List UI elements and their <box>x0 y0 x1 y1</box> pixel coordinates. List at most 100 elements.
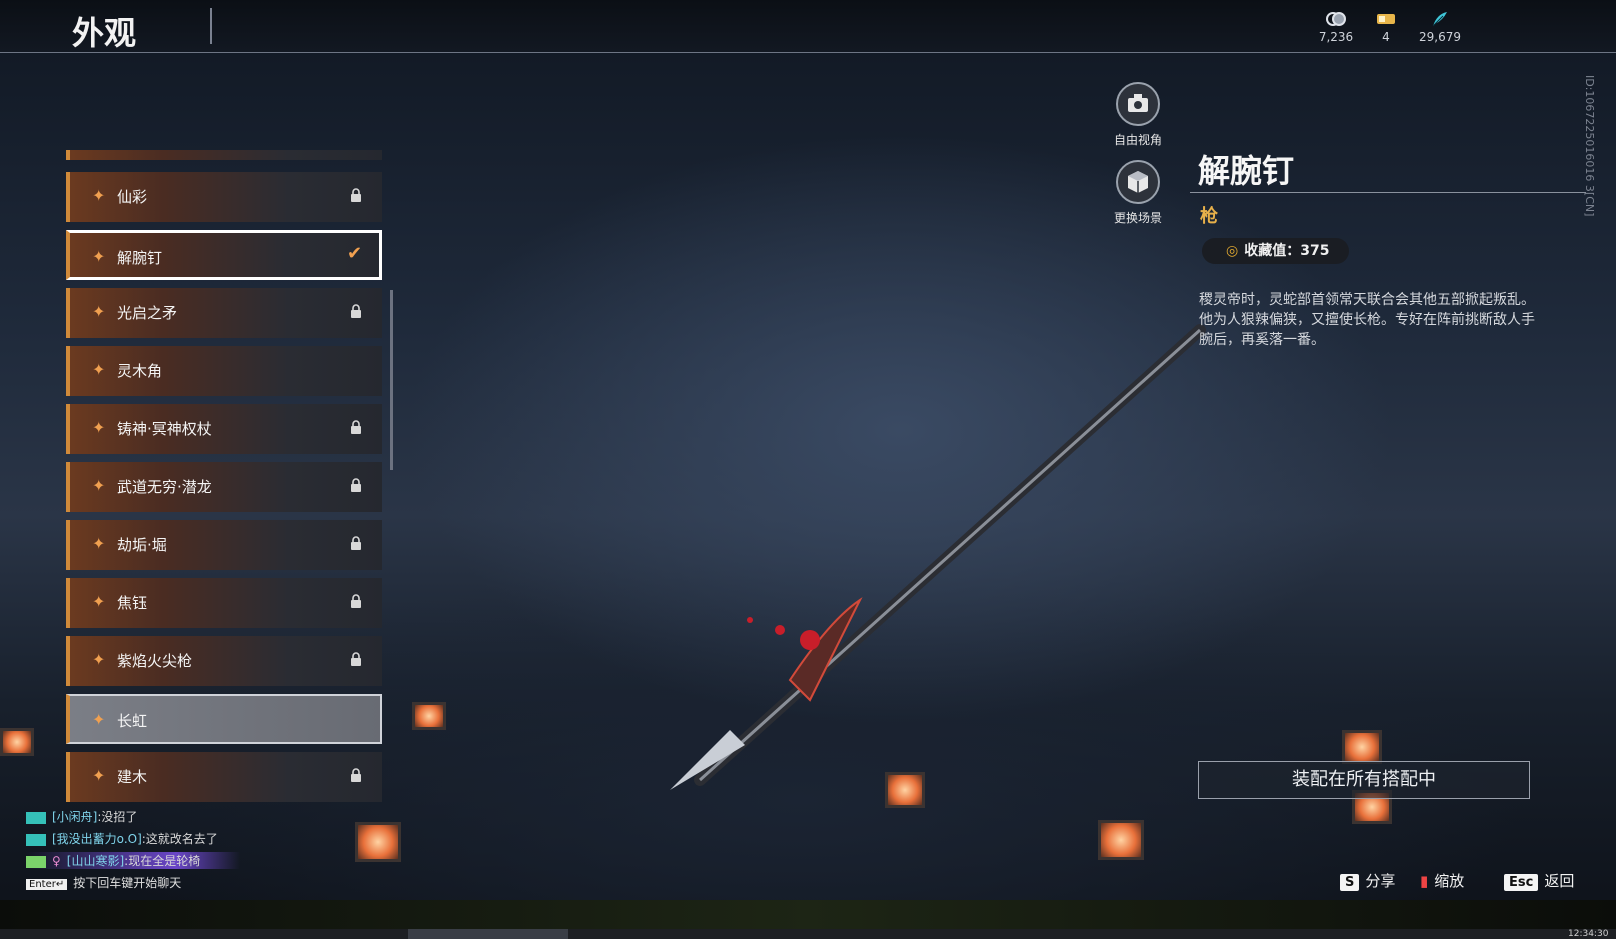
lantern <box>0 728 34 756</box>
list-item[interactable]: ✦ 光启之矛 <box>66 288 382 338</box>
list-item-label: 铸神·冥神权杖 <box>117 420 212 438</box>
share-label: 分享 <box>1365 872 1396 890</box>
item-name: 解腕钉 <box>1198 152 1295 190</box>
list-item-label: 解腕钉 <box>117 249 163 267</box>
item-star-icon: ✦ <box>92 592 106 611</box>
equip-all-button[interactable]: 装配在所有搭配中 <box>1198 761 1530 799</box>
lock-icon <box>350 478 362 492</box>
list-item-label: 武道无穷·潜龙 <box>117 478 212 496</box>
chat-name[interactable]: [小闲舟] <box>52 810 97 824</box>
title-divider <box>210 8 212 44</box>
list-item-label: 仙彩 <box>117 188 148 206</box>
list-item[interactable]: ✦ 解腕钉 ✔ <box>66 230 382 280</box>
list-item[interactable]: ✦ 灵木角 <box>66 346 382 396</box>
list-item[interactable]: ✦ 铸神·冥神权杖 <box>66 404 382 454</box>
ticket-icon <box>1356 10 1416 30</box>
channel-icon <box>26 833 46 846</box>
back-hint[interactable]: Esc 返回 <box>1504 870 1574 891</box>
list-item-label: 灵木角 <box>117 362 163 380</box>
item-star-icon: ✦ <box>92 247 106 266</box>
taskbar <box>0 929 1616 939</box>
list-item[interactable]: ✦ 长虹 <box>66 694 382 744</box>
list-item-partial[interactable] <box>66 150 382 160</box>
ticket-value: 4 <box>1382 30 1390 44</box>
lantern <box>355 822 401 862</box>
lantern <box>1342 730 1382 764</box>
chat-text: :没招了 <box>97 810 138 824</box>
player-id: ID:1067225016016 3[CN] <box>1583 75 1596 217</box>
female-icon: ♀ <box>52 854 61 868</box>
list-item-label: 光启之矛 <box>117 304 178 322</box>
list-item-label: 劫垢·堀 <box>117 536 167 554</box>
mouse-icon: ▮ <box>1420 872 1429 890</box>
lock-icon <box>350 768 362 782</box>
chat-text: :现在全是轮椅 <box>124 854 201 868</box>
lantern <box>1098 820 1144 860</box>
lantern <box>885 772 925 808</box>
taskbar-active-app[interactable] <box>408 929 568 939</box>
item-star-icon: ✦ <box>92 650 106 669</box>
lock-icon <box>350 420 362 434</box>
list-item[interactable]: ✦ 劫垢·堀 <box>66 520 382 570</box>
list-item[interactable]: ✦ 武道无穷·潜龙 <box>66 462 382 512</box>
list-item[interactable]: ✦ 仙彩 <box>66 172 382 222</box>
item-star-icon: ✦ <box>92 186 106 205</box>
lock-icon <box>350 594 362 608</box>
chat-name[interactable]: [山山寒影] <box>67 854 124 868</box>
channel-icon <box>26 855 46 868</box>
list-item[interactable]: ✦ 建木 <box>66 752 382 802</box>
item-star-icon: ✦ <box>92 360 106 379</box>
list-item-label: 焦钰 <box>117 594 148 612</box>
page-title: 外观 <box>72 14 137 52</box>
item-star-icon: ✦ <box>92 418 106 437</box>
list-scrollbar[interactable] <box>390 290 393 470</box>
share-hint[interactable]: S 分享 <box>1340 870 1395 891</box>
list-item[interactable]: ✦ 紫焰火尖枪 <box>66 636 382 686</box>
free-view-button[interactable] <box>1116 82 1160 126</box>
change-scene-label: 更换场景 <box>1113 211 1162 225</box>
chat-line: ♀ [山山寒影]:现在全是轮椅 <box>26 852 241 869</box>
esc-key: Esc <box>1504 874 1539 891</box>
item-star-icon: ✦ <box>92 710 106 729</box>
name-divider <box>1190 192 1586 193</box>
spear-artwork <box>670 324 1206 790</box>
feather-value: 29,679 <box>1419 30 1461 44</box>
item-star-icon: ✦ <box>92 766 106 785</box>
change-scene-button[interactable] <box>1116 160 1160 204</box>
currency-ticket: 4 <box>1356 10 1416 44</box>
chat-input-hint[interactable]: Enter↵ 按下回车键开始聊天 <box>26 874 181 891</box>
item-star-icon: ✦ <box>92 302 106 321</box>
lock-icon <box>350 188 362 202</box>
currency-feather: 29,679 <box>1410 10 1470 44</box>
collection-value: 收藏值：375 <box>1244 243 1330 259</box>
feather-icon <box>1410 10 1470 30</box>
collection-icon: ◎ <box>1226 243 1239 259</box>
back-label: 返回 <box>1544 872 1575 890</box>
chat-text: :这就改名去了 <box>141 832 218 846</box>
channel-icon <box>26 811 46 824</box>
free-view-label: 自由视角 <box>1113 133 1162 147</box>
lantern <box>412 702 446 730</box>
lock-icon <box>350 304 362 318</box>
item-star-icon: ✦ <box>92 534 106 553</box>
item-type: 枪 <box>1200 206 1218 227</box>
top-divider <box>0 52 1616 53</box>
taskbar-clock: 12:34:30 <box>1568 929 1609 939</box>
zoom-hint[interactable]: ▮ 缩放 <box>1420 870 1464 891</box>
appearance-list[interactable]: ✦ 仙彩 ✦ 解腕钉 ✔ ✦ 光启之矛 ✦ 灵木角 ✦ 铸神·冥神权杖 ✦ 武道无穷·潜龙 ✦ 劫垢·堀 ✦ 焦… <box>66 150 384 802</box>
chat-name[interactable]: [我没出蓄力o.O] <box>52 832 142 846</box>
chat-line: [我没出蓄力o.O]:这就改名去了 <box>26 830 218 847</box>
list-item[interactable]: ✦ 焦钰 <box>66 578 382 628</box>
list-item-label: 长虹 <box>117 712 148 730</box>
list-item-label: 紫焰火尖枪 <box>117 652 193 670</box>
list-item-label: 建木 <box>117 768 148 786</box>
item-description: 稷灵帝时，灵蛇部首领常天联合会其他五部掀起叛乱。他为人狠辣偏狭，又擅使长枪。专好… <box>1199 292 1535 348</box>
bottom-strip <box>0 900 1616 929</box>
enter-key: Enter↵ <box>26 879 68 890</box>
lock-icon <box>350 652 362 666</box>
check-icon: ✔ <box>347 243 363 264</box>
item-star-icon: ✦ <box>92 476 106 495</box>
chat-hint-text: 按下回车键开始聊天 <box>73 876 182 890</box>
chat-line: [小闲舟]:没招了 <box>26 808 137 825</box>
collection-value-badge: ◎ 收藏值：375 <box>1202 238 1350 264</box>
